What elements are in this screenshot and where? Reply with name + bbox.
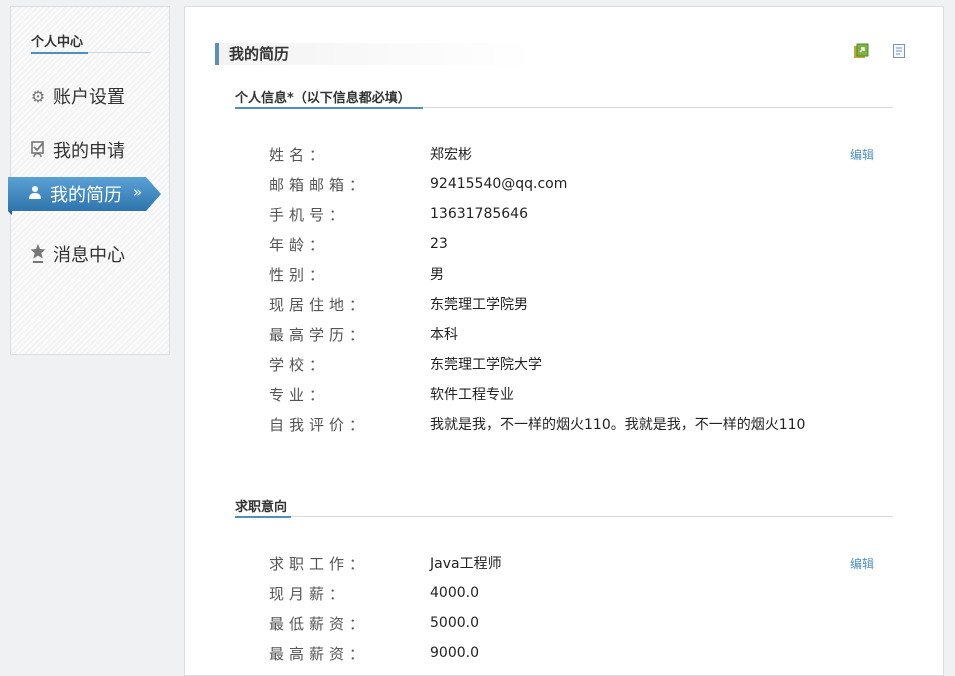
- field-label: 现居住地：: [269, 295, 370, 314]
- field-label: 最高薪资：: [269, 644, 370, 663]
- field-value: 92415540@qq.com: [430, 176, 568, 192]
- sidebar-item-message-center[interactable]: 消息中心: [29, 236, 125, 272]
- field-value: 4000.0: [430, 585, 479, 601]
- chevron-right-icon: »: [133, 183, 143, 201]
- field-label: 年龄：: [269, 235, 330, 254]
- page-title: 我的简历: [215, 43, 535, 65]
- field-label: 专业：: [269, 385, 330, 404]
- field-label: 姓名：: [269, 145, 330, 164]
- sidebar-item-account-settings[interactable]: ⚙ 账户设置: [29, 78, 125, 114]
- document-icon[interactable]: [891, 43, 907, 59]
- field-value: 9000.0: [430, 645, 479, 661]
- field-row-current-salary: 现月薪： 4000.0: [269, 582, 479, 604]
- title-underline: [31, 52, 88, 54]
- job-intent-heading: 求职意向: [235, 500, 288, 515]
- sidebar-item-my-resume[interactable]: 我的简历 »: [8, 177, 161, 211]
- edit-personal-info-link[interactable]: 编辑: [850, 146, 874, 163]
- field-value: 本科: [430, 327, 458, 343]
- field-label: 最低薪资：: [269, 614, 370, 633]
- section-divider: [235, 516, 893, 517]
- field-row-max-salary: 最高薪资： 9000.0: [269, 642, 479, 664]
- field-label: 现月薪：: [269, 584, 350, 603]
- user-icon: [26, 185, 44, 203]
- field-row-school: 学校： 东莞理工学院大学: [269, 353, 542, 375]
- sidebar-item-label: 我的简历: [50, 185, 122, 206]
- field-row-education: 最高学历： 本科: [269, 323, 458, 345]
- field-value: 郑宏彬: [430, 147, 472, 163]
- star-icon: [29, 244, 47, 263]
- field-label: 求职工作：: [269, 554, 370, 573]
- field-value: Java工程师: [430, 556, 502, 572]
- field-label: 自我评价：: [269, 415, 370, 434]
- ribbon-fold: [8, 211, 12, 215]
- field-value: 5000.0: [430, 615, 479, 631]
- export-icon[interactable]: [853, 43, 869, 59]
- field-label: 手机号：: [269, 205, 350, 224]
- field-row-age: 年龄： 23: [269, 233, 448, 255]
- field-value: 23: [430, 236, 448, 252]
- field-row-phone: 手机号： 13631785646: [269, 203, 528, 225]
- field-row-job: 求职工作： Java工程师: [269, 552, 502, 574]
- field-row-residence: 现居住地： 东莞理工学院男: [269, 293, 528, 315]
- field-value: 软件工程专业: [430, 387, 514, 403]
- field-value: 我就是我，不一样的烟火110。我就是我，不一样的烟火110: [430, 417, 806, 433]
- section-underline: [235, 107, 423, 109]
- field-label: 最高学历：: [269, 325, 370, 344]
- section-underline: [235, 516, 291, 518]
- field-row-self-evaluation: 自我评价： 我就是我，不一样的烟火110。我就是我，不一样的烟火110: [269, 413, 805, 435]
- field-label: 学校：: [269, 355, 330, 374]
- sidebar-item-label: 消息中心: [53, 245, 125, 266]
- personal-info-heading: 个人信息*（以下信息都必填）: [235, 91, 411, 106]
- field-row-name: 姓名： 郑宏彬: [269, 143, 472, 165]
- sidebar-item-my-applications[interactable]: 我的申请: [29, 132, 125, 168]
- checkbox-icon: [29, 141, 47, 159]
- sidebar-item-label: 账户设置: [53, 87, 125, 108]
- field-value: 东莞理工学院大学: [430, 357, 542, 373]
- field-label: 性别：: [269, 265, 330, 284]
- sidebar-title: 个人中心: [31, 35, 84, 50]
- field-label: 邮箱邮箱：: [269, 175, 370, 194]
- field-row-min-salary: 最低薪资： 5000.0: [269, 612, 479, 634]
- field-row-major: 专业： 软件工程专业: [269, 383, 514, 405]
- gear-icon: ⚙: [30, 86, 46, 106]
- main-panel: 我的简历 个人信息*（以下信息都必填） 编辑 姓名： 郑宏彬 邮箱邮箱： 924…: [184, 6, 944, 676]
- field-value: 男: [430, 267, 444, 283]
- edit-job-intent-link[interactable]: 编辑: [850, 555, 874, 572]
- field-value: 13631785646: [430, 206, 528, 222]
- field-value: 东莞理工学院男: [430, 297, 528, 313]
- field-row-email: 邮箱邮箱： 92415540@qq.com: [269, 173, 567, 195]
- sidebar-item-label: 我的申请: [53, 141, 125, 162]
- sidebar: 个人中心 ⚙ 账户设置 我的申请 我的简历 » 消息中心: [8, 6, 170, 355]
- field-row-gender: 性别： 男: [269, 263, 444, 285]
